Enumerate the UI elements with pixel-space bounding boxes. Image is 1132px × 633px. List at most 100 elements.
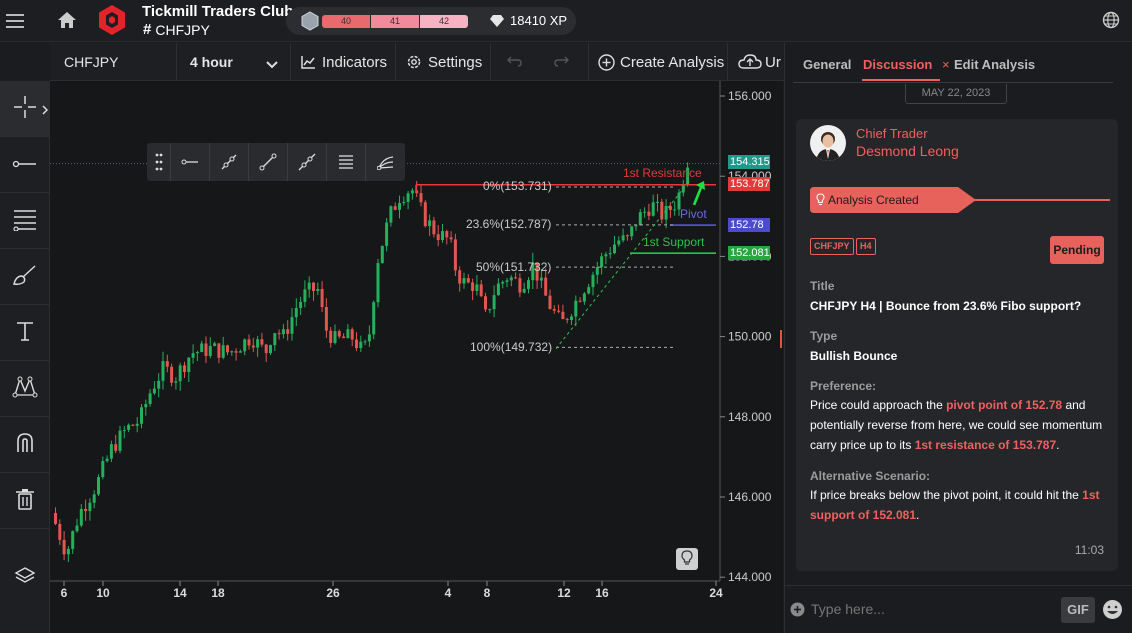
tab-discussion[interactable]: Discussion × <box>863 57 950 72</box>
candle-body <box>260 339 264 345</box>
chevron-right-icon[interactable] <box>42 103 49 118</box>
upload-label: Ur <box>765 53 781 71</box>
title-label: Title <box>810 279 835 293</box>
candle-body <box>432 220 436 235</box>
candle-body <box>484 296 487 310</box>
candle-body <box>88 502 92 512</box>
candle-body <box>436 234 440 241</box>
brush-tool[interactable] <box>0 249 50 305</box>
toolbar-divider <box>395 43 396 81</box>
candle-body <box>148 393 152 405</box>
date-tick-label: 4 <box>445 586 452 600</box>
crosshair-tool[interactable] <box>0 81 50 137</box>
candle-body <box>320 288 324 308</box>
redo-button[interactable] <box>554 43 570 81</box>
symbol-selector[interactable]: CHFJPY <box>64 43 174 81</box>
candle-body <box>256 339 260 348</box>
level-segment: 40 <box>322 15 370 28</box>
level-badge-icon <box>300 11 320 31</box>
candle-body <box>561 311 565 320</box>
analysis-panel: General Discussion × Edit Analysis MAY 2… <box>784 43 1132 633</box>
settings-button[interactable]: Settings <box>406 43 482 81</box>
hash-icon: # <box>143 21 152 38</box>
menu-icon[interactable] <box>4 10 26 32</box>
candle-body <box>234 351 238 353</box>
indicators-button[interactable]: Indicators <box>300 43 387 81</box>
candle-body <box>101 461 105 478</box>
candle-body <box>643 211 647 213</box>
emoji-icon[interactable] <box>1102 599 1123 623</box>
candle-body <box>389 206 393 223</box>
candle-body <box>187 357 191 373</box>
candle-body <box>118 430 122 451</box>
avatar[interactable] <box>810 125 846 161</box>
gif-button[interactable]: GIF <box>1061 597 1095 623</box>
timeframe-selector[interactable]: 4 hour <box>190 43 286 81</box>
parallel-channel-icon[interactable] <box>327 143 366 181</box>
candle-body <box>518 278 522 293</box>
date-tick-label: 24 <box>709 586 723 600</box>
club-logo <box>96 4 128 36</box>
candle-body <box>398 202 401 210</box>
toolbar-divider <box>290 43 291 81</box>
candle-body <box>621 235 625 241</box>
text-tool[interactable] <box>0 305 50 361</box>
delete-tool[interactable] <box>0 473 50 529</box>
candle-body <box>604 254 608 257</box>
timeframe-label: 4 hour <box>190 54 233 70</box>
candle-body <box>509 277 513 281</box>
fibonacci-tool[interactable] <box>0 193 50 249</box>
close-icon[interactable]: × <box>942 57 950 72</box>
floating-drawing-toolbar <box>147 143 405 181</box>
candle-body <box>638 212 642 226</box>
pattern-icon <box>12 375 38 402</box>
layers-tool[interactable] <box>0 549 50 605</box>
ray-icon[interactable] <box>210 143 249 181</box>
candle-body <box>92 494 96 503</box>
candle-body <box>385 222 389 246</box>
pattern-tool[interactable] <box>0 361 50 417</box>
extended-line-icon[interactable] <box>288 143 327 181</box>
add-attachment-icon[interactable] <box>790 602 805 620</box>
globe-icon[interactable] <box>1100 9 1122 31</box>
candle-body <box>651 202 655 216</box>
candle-body <box>243 339 247 352</box>
drag-handle-icon[interactable] <box>147 143 171 181</box>
preference-text-part: . <box>1056 438 1060 452</box>
candle-body <box>127 424 131 430</box>
undo-button[interactable] <box>506 43 522 81</box>
home-icon[interactable] <box>55 9 79 31</box>
channel-name[interactable]: # CHFJPY <box>143 21 210 38</box>
author-name[interactable]: Desmond Leong <box>856 143 959 159</box>
undo-icon <box>506 54 522 71</box>
candle-body <box>277 333 281 335</box>
trend-line-icon[interactable] <box>249 143 288 181</box>
brush-icon <box>12 264 38 289</box>
tag-timeframe: H4 <box>856 238 876 255</box>
create-analysis-button[interactable]: Create Analysis <box>598 43 724 81</box>
candle-body <box>312 282 315 292</box>
upload-button[interactable]: Ur <box>738 43 782 81</box>
redo-icon <box>554 54 570 71</box>
line-tool[interactable] <box>0 137 50 193</box>
fib-fan-icon[interactable] <box>366 143 405 181</box>
candle-body <box>294 308 298 318</box>
arrow-up-icon <box>692 184 704 206</box>
horizontal-ray-icon[interactable] <box>171 143 210 181</box>
price-chart[interactable]: 156.000154.000152.000150.000148.000146.0… <box>50 81 783 633</box>
candle-body <box>557 310 561 312</box>
candle-body <box>213 343 217 346</box>
candle-body <box>144 404 148 408</box>
lightbulb-button[interactable] <box>676 548 698 570</box>
date-tick-label: 16 <box>595 586 609 600</box>
message-input[interactable] <box>811 598 1051 620</box>
price-tick-label: 148.000 <box>728 410 772 424</box>
app: Tickmill Traders Club # CHFJPY 40 41 42 … <box>0 0 1132 633</box>
tab-general[interactable]: General <box>803 57 851 72</box>
candle-body <box>329 330 333 343</box>
candle-body <box>505 280 509 282</box>
magnet-tool[interactable] <box>0 417 50 473</box>
candle-body <box>548 295 552 309</box>
tab-edit-analysis[interactable]: Edit Analysis <box>954 57 1035 72</box>
candle-body <box>492 295 496 310</box>
